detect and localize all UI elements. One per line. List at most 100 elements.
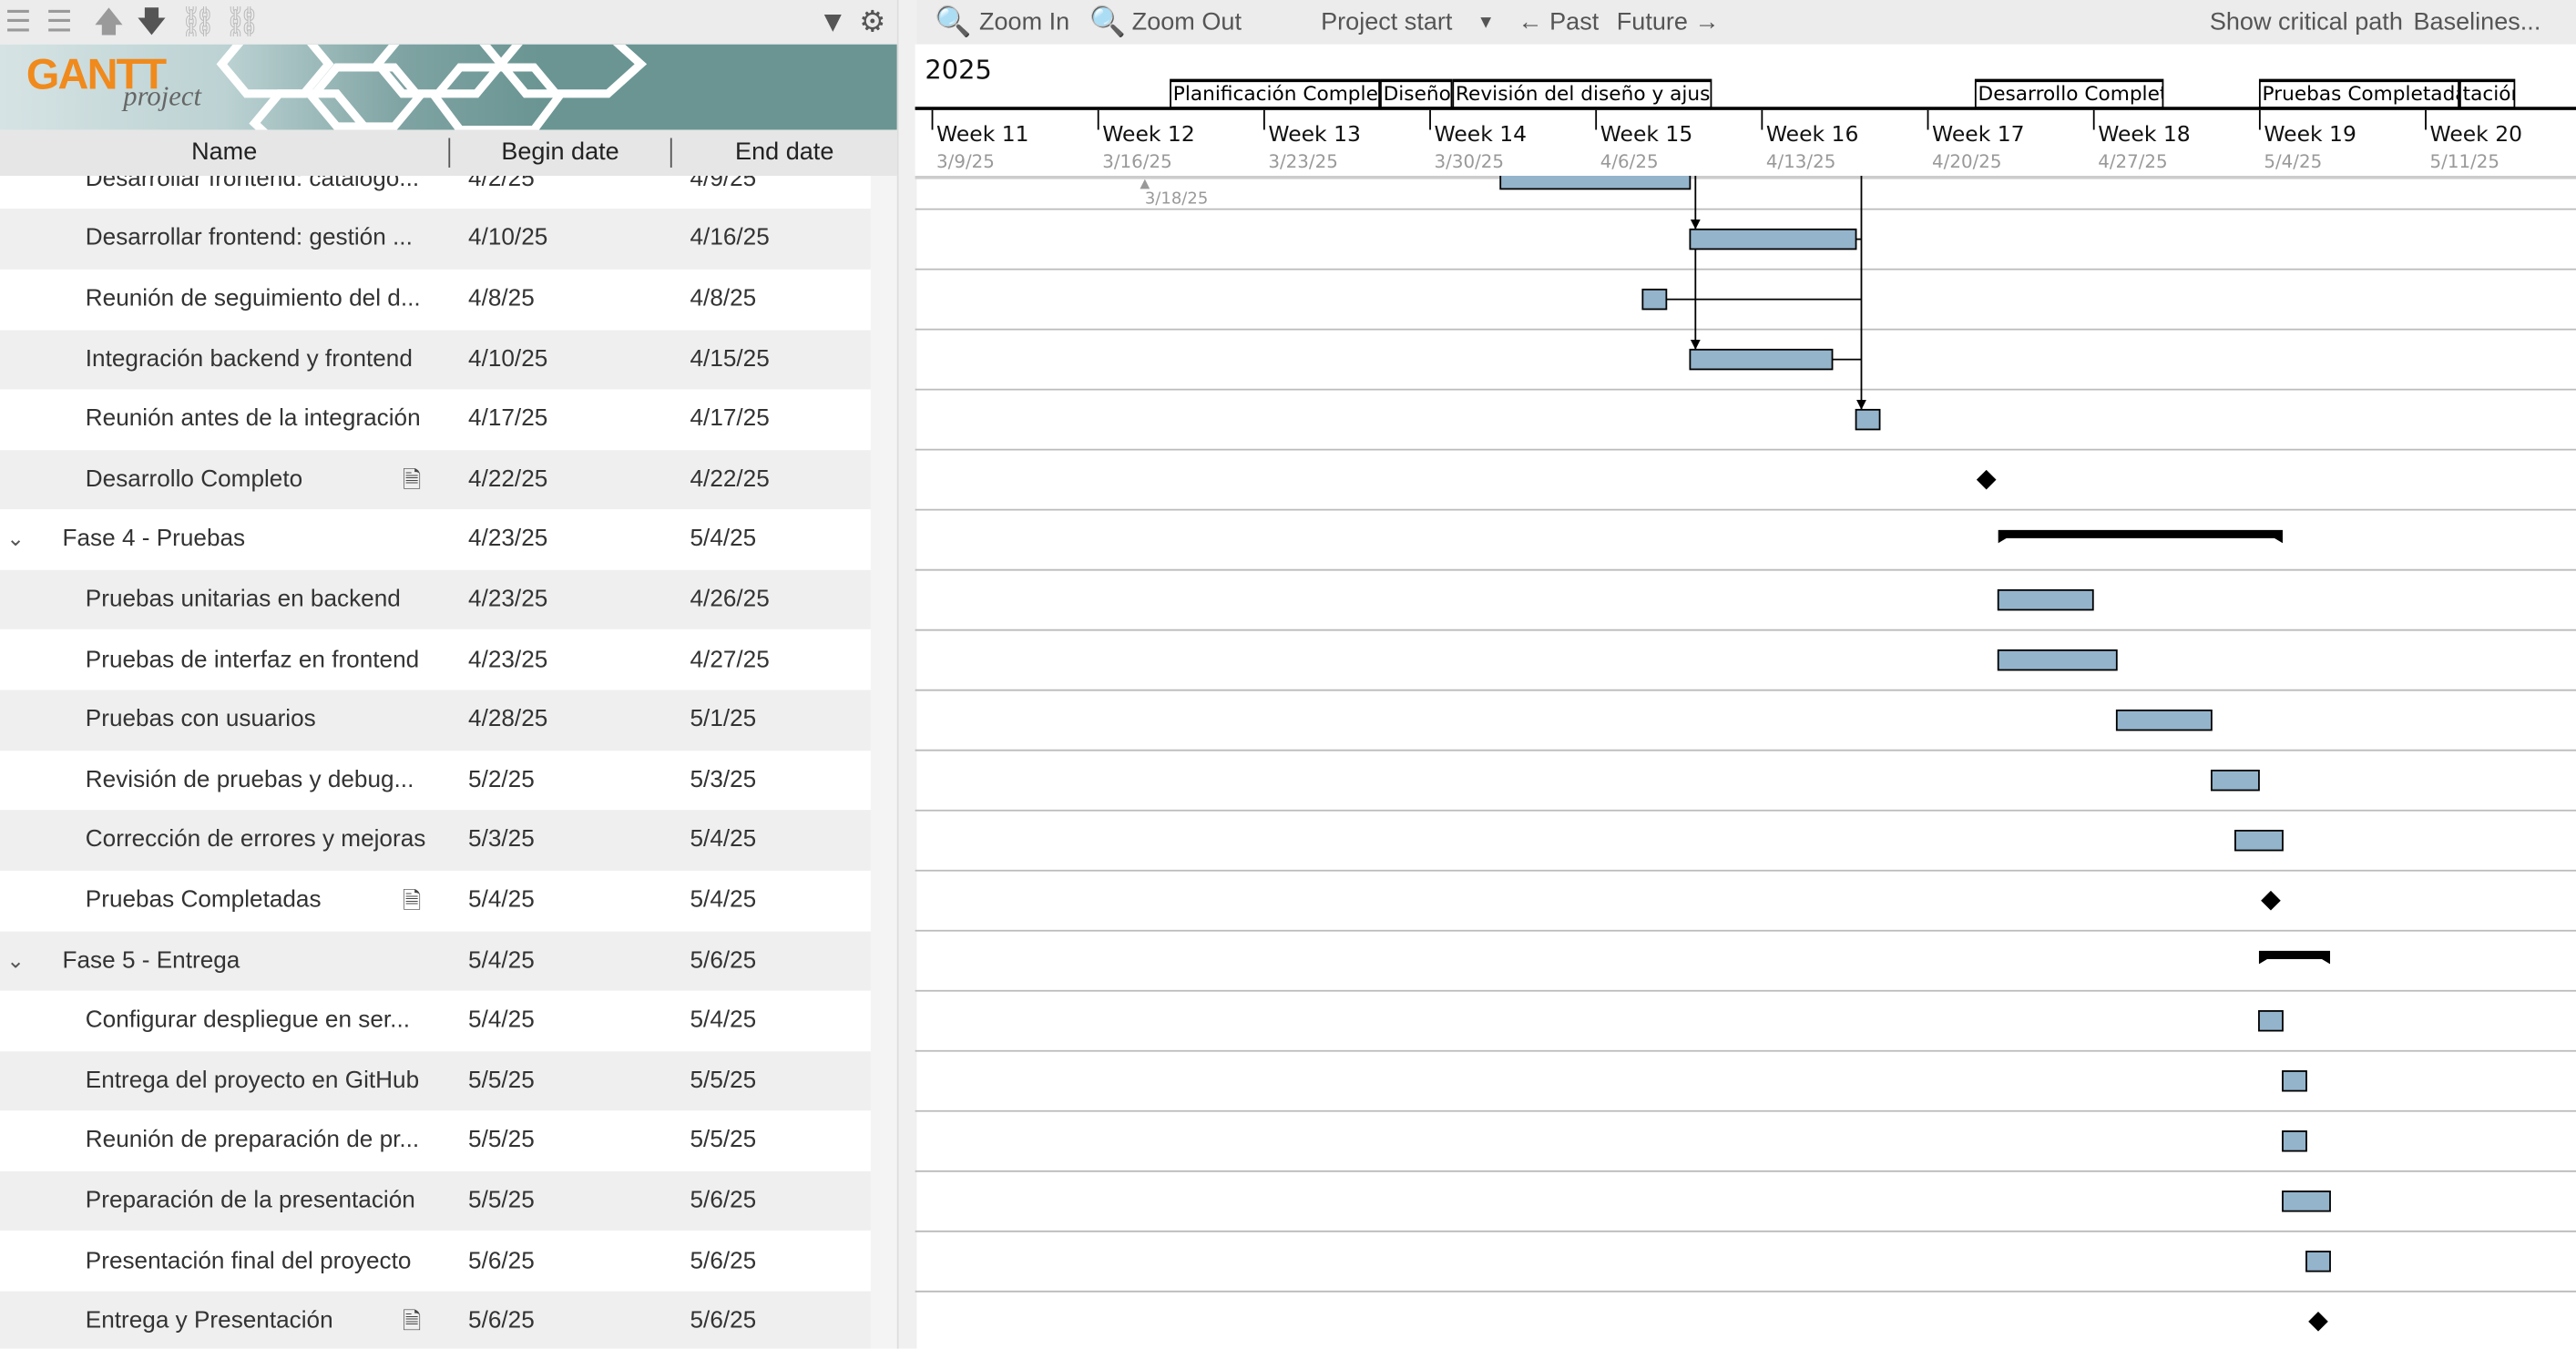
task-name[interactable]: Reunión antes de la integración [86, 390, 421, 450]
task-row[interactable]: Presentación final del proyecto 5/6/25 5/6… [0, 1231, 871, 1292]
task-bar[interactable] [1641, 288, 1668, 311]
task-row[interactable]: Entrega del proyecto en GitHub 5/5/25 5/5/… [0, 1050, 871, 1111]
note-icon[interactable]: 🗎 [403, 1292, 421, 1349]
task-name[interactable]: Desarrollar frontend: catálogo... [86, 176, 419, 210]
column-header-end-date[interactable]: End date [672, 129, 897, 176]
task-bar[interactable] [2258, 1010, 2284, 1032]
week-date: 4/6/25 [1600, 150, 1659, 173]
panel-splitter[interactable] [896, 0, 917, 1349]
task-begin-date: 5/2/25 [468, 766, 535, 793]
task-name[interactable]: Presentación final del proyecto [86, 1231, 412, 1292]
task-name[interactable]: Configurar despliegue en ser... [86, 991, 410, 1051]
week-tick [1429, 109, 1431, 130]
week-label: Week 20 [2429, 123, 2523, 148]
chevron-down-icon[interactable]: ▼ [1477, 13, 1495, 33]
task-bar[interactable] [2305, 1251, 2331, 1272]
task-row[interactable]: Pruebas Completadas 🗎 5/4/25 5/4/25 [0, 871, 871, 931]
task-bar[interactable] [2234, 829, 2284, 852]
task-name[interactable]: Pruebas unitarias en backend [86, 570, 401, 630]
task-name[interactable]: Pruebas Completadas [86, 871, 322, 931]
note-icon[interactable]: 🗎 [403, 450, 421, 510]
milestone-diamond[interactable] [2261, 890, 2281, 911]
column-header-name[interactable]: Name [0, 129, 448, 176]
task-row[interactable]: Pruebas con usuarios 4/28/25 5/1/25 [0, 690, 871, 751]
task-row[interactable]: Desarrollar frontend: catálogo... 4/2/25 4… [0, 176, 871, 210]
table-scrollbar[interactable] [870, 175, 897, 1349]
chevron-down-icon[interactable]: ⌄ [6, 931, 25, 991]
task-end-date: 5/3/25 [690, 766, 757, 793]
task-row[interactable]: Reunión de preparación de pr... 5/5/25 5/5… [0, 1111, 871, 1171]
task-row[interactable]: Entrega y Presentación 🗎 5/6/25 5/6/25 [0, 1291, 871, 1349]
task-name[interactable]: Fase 4 - Pruebas [63, 510, 246, 570]
task-row[interactable]: Reunión antes de la integración 4/17/25 4/… [0, 390, 871, 450]
move-down-icon[interactable]: 🡇 [137, 5, 167, 37]
task-name[interactable]: Reunión de seguimiento del d... [86, 270, 421, 330]
note-icon[interactable]: 🗎 [403, 871, 421, 931]
task-row[interactable]: Pruebas de interfaz en frontend 4/23/25 4/… [0, 630, 871, 690]
task-bar[interactable] [1997, 649, 2118, 671]
milestone-diamond[interactable] [2308, 1311, 2328, 1332]
task-name[interactable]: Corrección de errores y mejoras [86, 811, 426, 871]
task-end-date: 4/16/25 [690, 225, 770, 252]
task-name[interactable]: Fase 5 - Entrega [63, 931, 240, 991]
task-name[interactable]: Pruebas con usuarios [86, 690, 316, 751]
move-up-icon[interactable]: 🡅 [94, 5, 124, 37]
week-date: 3/30/25 [1434, 150, 1505, 173]
future-button[interactable]: Future → [1617, 8, 1720, 36]
task-name[interactable]: Desarrollo Completo [86, 450, 302, 510]
task-bar[interactable] [2115, 709, 2213, 731]
outdent-icon[interactable]: ☰ [5, 5, 31, 37]
milestone-diamond[interactable] [1976, 469, 1997, 490]
week-tick [931, 109, 934, 130]
task-begin-date: 5/5/25 [468, 1127, 535, 1154]
task-row[interactable]: Pruebas unitarias en backend 4/23/25 4/26/… [0, 569, 871, 630]
milestone-label: Desarrollo Completo [1974, 78, 2164, 109]
task-bar[interactable] [2282, 1130, 2307, 1152]
zoom-out-button[interactable]: Zoom Out [1132, 8, 1242, 36]
task-bar[interactable] [2282, 1070, 2307, 1092]
task-row[interactable]: Desarrollar frontend: gestión ... 4/10/25… [0, 209, 871, 270]
task-bar[interactable] [1689, 348, 1834, 371]
task-bar[interactable] [1689, 228, 1857, 250]
task-bar[interactable] [1855, 408, 1881, 431]
task-name[interactable]: Entrega del proyecto en GitHub [86, 1051, 419, 1111]
filter-icon[interactable]: ▼ [818, 5, 847, 37]
task-row[interactable]: Configurar despliegue en ser... 5/4/25 5/4… [0, 991, 871, 1051]
task-bar[interactable] [2211, 769, 2260, 792]
task-bar[interactable] [1499, 175, 1692, 190]
task-name[interactable]: Entrega y Presentación [86, 1292, 333, 1349]
task-bar[interactable] [1997, 588, 2094, 611]
task-name[interactable]: Desarrollar frontend: gestión ... [86, 210, 413, 270]
summary-task-row[interactable]: ⌄ Fase 4 - Pruebas 4/23/25 5/4/25 [0, 510, 871, 570]
task-name[interactable]: Revisión de pruebas y debug... [86, 751, 414, 811]
critical-path-button[interactable]: Show critical path [2210, 8, 2403, 36]
project-start-button[interactable]: Project start [1321, 8, 1452, 36]
task-row[interactable]: Reunión de seguimiento del d... 4/8/25 4/8… [0, 270, 871, 330]
task-row[interactable]: Desarrollo Completo 🗎 4/22/25 4/22/25 [0, 449, 871, 510]
baselines-button[interactable]: Baselines... [2413, 8, 2540, 36]
zoom-in-button[interactable]: Zoom In [979, 8, 1069, 36]
task-name[interactable]: Preparación de la presentación [86, 1171, 415, 1231]
milestone-label: Planificación Completa [1170, 78, 1381, 109]
zoom-out-icon: 🔍 [1089, 5, 1127, 38]
summary-task-row[interactable]: ⌄ Fase 5 - Entrega 5/4/25 5/6/25 [0, 930, 871, 991]
arrow-icon [1690, 219, 1701, 230]
task-name[interactable]: Pruebas de interfaz en frontend [86, 630, 419, 690]
task-bar[interactable] [2282, 1191, 2331, 1212]
task-row[interactable]: Integración backend y frontend 4/10/25 4/1… [0, 329, 871, 390]
column-header-begin-date[interactable]: Begin date [450, 129, 670, 176]
task-row[interactable]: Preparación de la presentación 5/5/25 5/6/… [0, 1170, 871, 1231]
task-end-date: 5/6/25 [690, 1187, 757, 1214]
summary-bar[interactable] [1998, 529, 2283, 544]
indent-icon[interactable]: ☰ [46, 5, 73, 37]
link-icon[interactable]: ⛓ [179, 5, 217, 37]
chevron-down-icon[interactable]: ⌄ [6, 510, 25, 570]
summary-bar[interactable] [2258, 950, 2331, 965]
past-button[interactable]: ← Past [1518, 8, 1600, 36]
unlink-icon[interactable]: ⛓ [223, 5, 261, 37]
task-name[interactable]: Reunión de preparación de pr... [86, 1111, 419, 1171]
task-row[interactable]: Revisión de pruebas y debug... 5/2/25 5/3/… [0, 751, 871, 811]
task-name[interactable]: Integración backend y frontend [86, 330, 413, 390]
task-row[interactable]: Corrección de errores y mejoras 5/3/25 5/4… [0, 810, 871, 871]
gear-icon[interactable]: ⚙ [859, 5, 885, 37]
